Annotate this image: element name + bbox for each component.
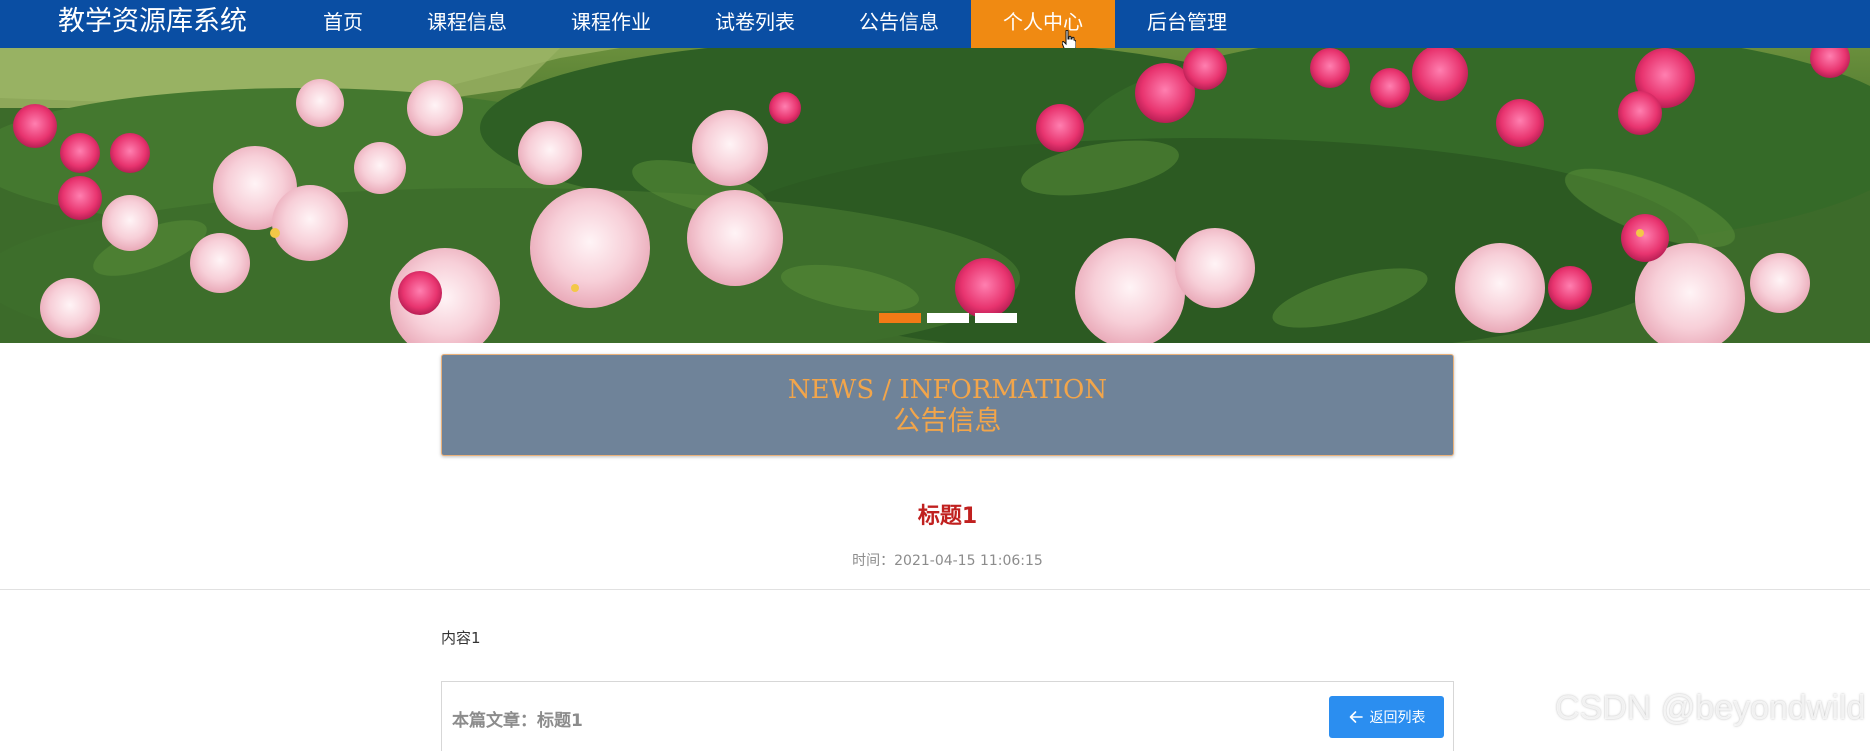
divider [0, 589, 1870, 590]
section-title-en: NEWS / INFORMATION [787, 375, 1108, 405]
arrow-left-icon [1349, 711, 1363, 723]
article-title: 标题1 [917, 504, 978, 529]
article-nav-box: 本篇文章：标题1 返回列表 [441, 681, 1454, 751]
top-navbar: 教学资源库系统 首页 课程信息 课程作业 试卷列表 公告信息 个人中心 后台管理 [0, 0, 1870, 52]
back-to-list-button[interactable]: 返回列表 [1329, 696, 1444, 738]
nav-item-personal-center[interactable]: 个人中心 [971, 0, 1115, 48]
carousel-dot-1[interactable] [879, 313, 921, 323]
nav-item-course-info[interactable]: 课程信息 [395, 0, 539, 48]
section-title-cn: 公告信息 [893, 406, 1002, 437]
watermark: CSDN @beyondwild [1555, 689, 1866, 727]
peony-garden-image [0, 48, 1870, 343]
nav-menu: 首页 课程信息 课程作业 试卷列表 公告信息 个人中心 后台管理 [291, 0, 1259, 48]
site-title[interactable]: 教学资源库系统 [58, 0, 247, 48]
nav-item-admin[interactable]: 后台管理 [1115, 0, 1259, 48]
nav-item-announcements[interactable]: 公告信息 [827, 0, 971, 48]
back-to-list-label: 返回列表 [1369, 710, 1426, 726]
hero-banner[interactable] [0, 48, 1870, 343]
carousel-dot-3[interactable] [975, 313, 1017, 323]
section-header: NEWS / INFORMATION 公告信息 [441, 354, 1454, 456]
article-content: 内容1 [441, 629, 481, 647]
nav-item-course-homework[interactable]: 课程作业 [539, 0, 683, 48]
carousel-indicators [879, 313, 1017, 323]
article-time: 时间：2021-04-15 11:06:15 [852, 553, 1043, 569]
current-article-label: 本篇文章：标题1 [452, 711, 583, 731]
carousel-dot-2[interactable] [927, 313, 969, 323]
nav-item-home[interactable]: 首页 [291, 0, 395, 48]
nav-item-exam-list[interactable]: 试卷列表 [683, 0, 827, 48]
